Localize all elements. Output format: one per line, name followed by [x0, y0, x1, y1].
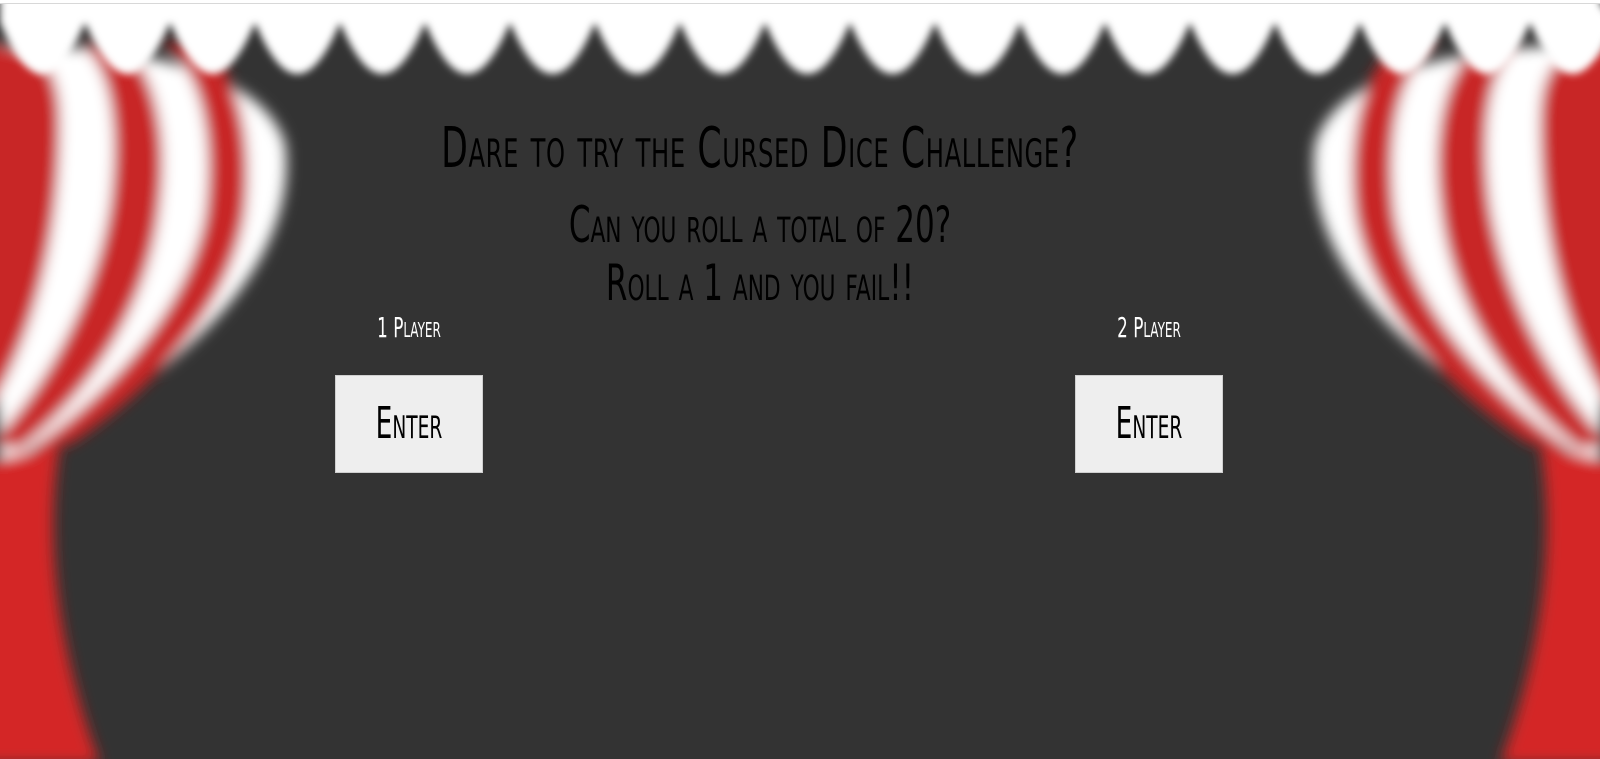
- scalloped-valance: [0, 4, 1600, 74]
- two-player-enter-label: Enter: [1115, 398, 1183, 449]
- two-player-label: 2 Player: [1117, 311, 1181, 344]
- challenge-subtitle: Can you roll a total of 20?: [568, 196, 952, 254]
- left-curtain: [0, 44, 287, 759]
- one-player-label: 1 Player: [377, 311, 441, 344]
- right-curtain: [1313, 44, 1600, 759]
- fail-warning-subtitle: Roll a 1 and you fail!!: [605, 254, 915, 312]
- one-player-enter-label: Enter: [375, 398, 443, 449]
- page-title: Dare to try the Cursed Dice Challenge?: [441, 116, 1079, 181]
- one-player-enter-button[interactable]: Enter: [335, 375, 483, 473]
- two-player-enter-button[interactable]: Enter: [1075, 375, 1223, 473]
- theater-stage: Dare to try the Cursed Dice Challenge? C…: [0, 3, 1600, 759]
